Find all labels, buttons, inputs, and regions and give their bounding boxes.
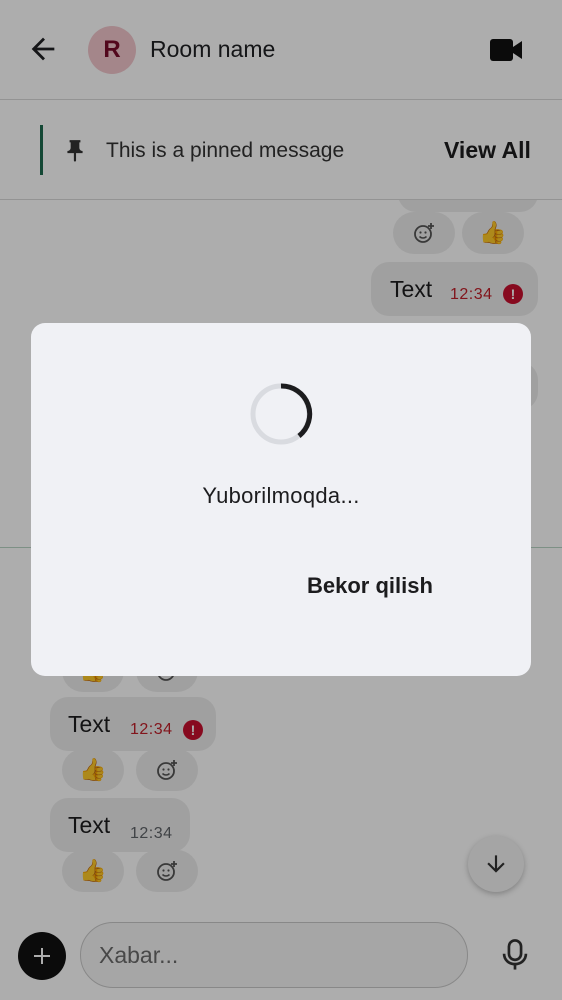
cancel-button[interactable]: Bekor qilish <box>293 567 447 605</box>
dialog-message: Yuborilmoqda... <box>202 483 360 508</box>
sending-dialog: Yuborilmoqda... Bekor qilish <box>31 323 531 676</box>
loading-spinner-icon <box>250 383 313 445</box>
